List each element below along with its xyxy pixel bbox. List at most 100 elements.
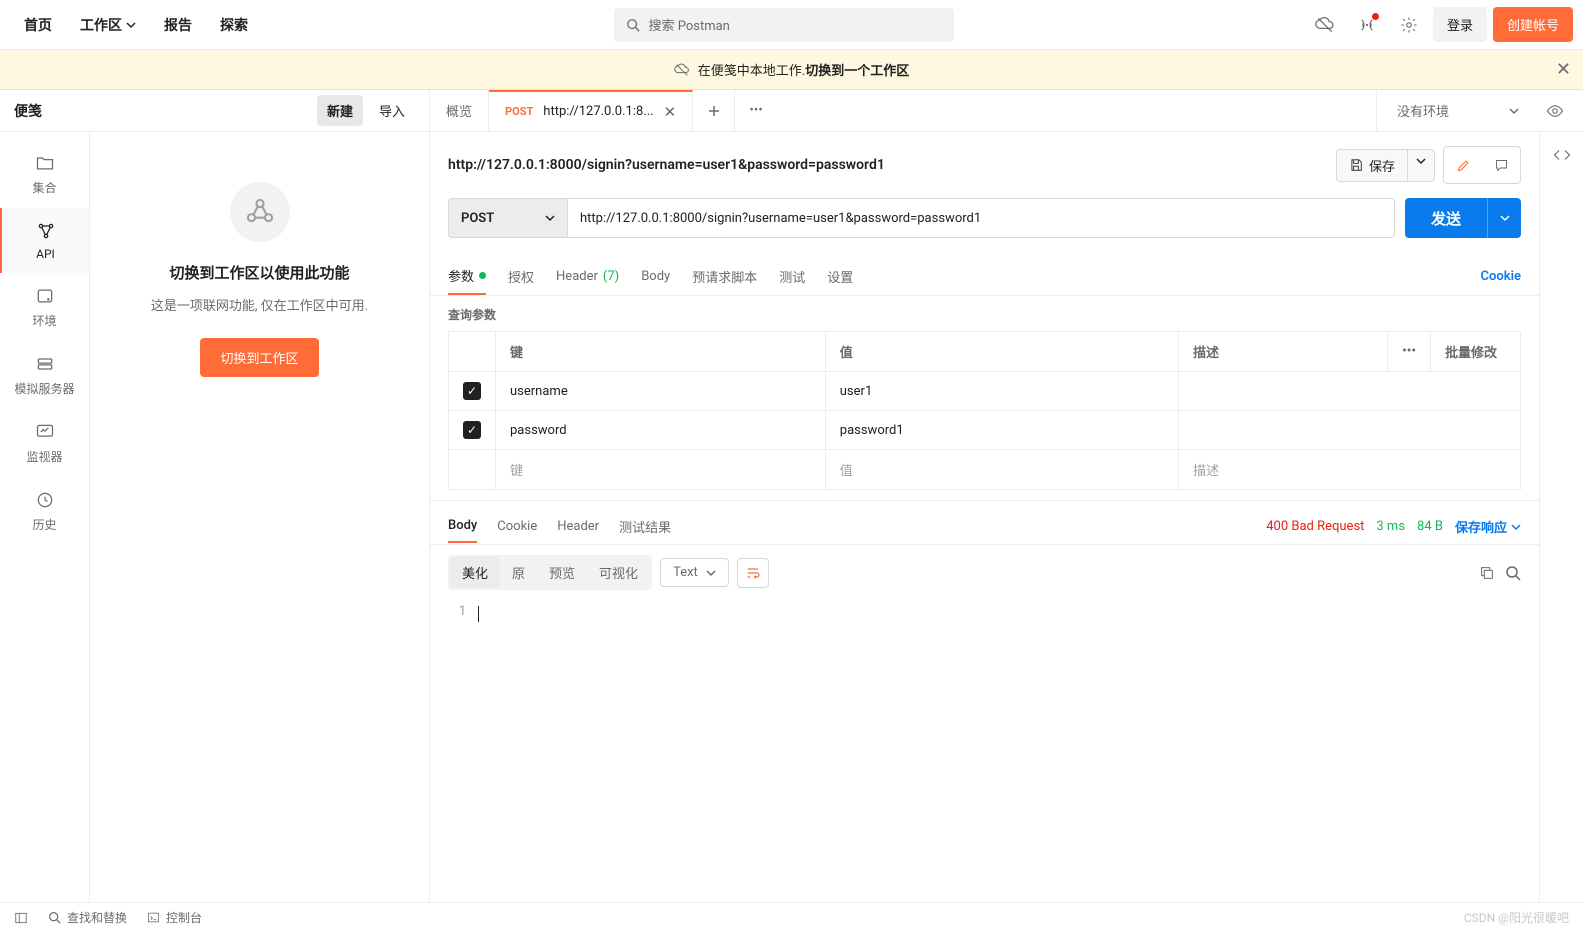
main-row: 便笺 新建 导入 集合 API — [0, 90, 1583, 902]
server-icon — [34, 353, 56, 375]
comment-button[interactable] — [1484, 149, 1518, 181]
param-key[interactable]: password — [496, 411, 826, 450]
statusbar-right: CSDN @阳光很暖吧 — [1464, 909, 1569, 926]
close-icon[interactable]: ✕ — [1556, 59, 1571, 80]
response-size: 84 B — [1417, 519, 1443, 534]
gear-icon[interactable] — [1391, 7, 1427, 43]
login-button[interactable]: 登录 — [1433, 7, 1487, 42]
resp-tab-cookie[interactable]: Cookie — [497, 511, 537, 542]
nav-explore[interactable]: 探索 — [206, 5, 262, 45]
params-label: 查询参数 — [448, 306, 1521, 323]
history-icon — [34, 489, 56, 511]
import-button[interactable]: 导入 — [369, 95, 415, 126]
nav-rail: 集合 API 环境 模拟服务器 — [0, 132, 90, 902]
chevron-down-icon — [1511, 522, 1521, 532]
sidebar-actions: 新建 导入 — [317, 95, 415, 126]
resp-tab-header[interactable]: Header — [557, 511, 599, 542]
format-select[interactable]: Text — [660, 558, 729, 587]
send-more-button[interactable] — [1487, 198, 1521, 238]
search-icon[interactable] — [1505, 565, 1521, 581]
more-tabs-button[interactable]: ••• — [735, 90, 777, 132]
save-more-button[interactable] — [1407, 149, 1435, 182]
nav-history[interactable]: 历史 — [0, 477, 89, 545]
right-column: 概览 POST http://127.0.0.1:8... ✕ ••• 没有环境 — [430, 90, 1583, 902]
create-account-button[interactable]: 创建帐号 — [1493, 7, 1573, 42]
nav-monitor[interactable]: 监视器 — [0, 409, 89, 477]
nav-api[interactable]: API — [0, 208, 89, 273]
resp-tab-tests[interactable]: 测试结果 — [619, 509, 671, 544]
code-panel-toggle[interactable] — [1539, 132, 1583, 902]
edit-button[interactable] — [1446, 149, 1480, 181]
cloud-sync-icon[interactable] — [1307, 7, 1343, 43]
text-cursor-icon — [478, 606, 479, 622]
tab-request[interactable]: POST http://127.0.0.1:8... ✕ — [489, 90, 693, 132]
response-time: 3 ms — [1376, 519, 1405, 534]
nav-workspace[interactable]: 工作区 — [66, 5, 150, 45]
resp-tab-body[interactable]: Body — [448, 510, 477, 543]
env-icon — [34, 285, 56, 307]
subtab-auth[interactable]: 授权 — [508, 259, 534, 294]
view-preview-button[interactable]: 预览 — [537, 557, 587, 588]
method-select[interactable]: POST — [448, 198, 568, 238]
method-label: POST — [461, 211, 494, 226]
url-input[interactable]: http://127.0.0.1:8000/signin?username=us… — [568, 198, 1395, 238]
search-input[interactable]: 搜索 Postman — [614, 8, 954, 42]
send-button[interactable]: 发送 — [1405, 198, 1487, 238]
tab-overview[interactable]: 概览 — [430, 90, 489, 132]
console-button[interactable]: 控制台 — [147, 909, 202, 926]
checkbox[interactable]: ✓ — [463, 421, 481, 439]
param-value-input[interactable]: 值 — [825, 450, 1178, 490]
save-button[interactable]: 保存 — [1336, 149, 1407, 182]
nav-reports[interactable]: 报告 — [150, 5, 206, 45]
banner-text: 在便笺中本地工作. — [698, 60, 805, 79]
copy-icon[interactable] — [1479, 565, 1495, 581]
view-visualize-button[interactable]: 可视化 — [587, 557, 650, 588]
nav-mock[interactable]: 模拟服务器 — [0, 341, 89, 409]
subtab-tests[interactable]: 测试 — [779, 259, 805, 294]
response-meta: 400 Bad Request 3 ms 84 B 保存响应 — [1266, 517, 1521, 536]
nav-env[interactable]: 环境 — [0, 273, 89, 341]
env-label: 没有环境 — [1397, 101, 1449, 120]
response-body[interactable]: 1 — [430, 600, 1539, 902]
sidebar-toggle[interactable] — [14, 911, 28, 925]
search-icon — [626, 18, 640, 32]
view-raw-button[interactable]: 原 — [500, 557, 537, 588]
checkbox[interactable]: ✓ — [463, 382, 481, 400]
new-tab-button[interactable] — [693, 90, 735, 132]
param-desc[interactable] — [1178, 372, 1520, 411]
api-icon — [35, 220, 57, 242]
new-button[interactable]: 新建 — [317, 95, 363, 126]
cookie-link[interactable]: Cookie — [1481, 269, 1521, 284]
subtab-params[interactable]: 参数 — [448, 258, 486, 295]
subtab-body[interactable]: Body — [641, 261, 670, 292]
view-pretty-button[interactable]: 美化 — [450, 557, 500, 588]
subtab-prereq[interactable]: 预请求脚本 — [692, 259, 757, 294]
nav-home[interactable]: 首页 — [10, 5, 66, 45]
param-value[interactable]: user1 — [825, 372, 1178, 411]
bulk-edit-button[interactable]: 批量修改 — [1431, 332, 1521, 372]
statusbar: 查找和替换 控制台 CSDN @阳光很暖吧 — [0, 902, 1583, 932]
param-value[interactable]: password1 — [825, 411, 1178, 450]
response-tabs: Body Cookie Header 测试结果 400 Bad Request … — [430, 501, 1539, 545]
nav-label: 模拟服务器 — [14, 380, 74, 397]
col-more[interactable]: ••• — [1388, 332, 1431, 372]
nav-collections[interactable]: 集合 — [0, 140, 89, 208]
param-desc[interactable] — [1178, 411, 1520, 450]
save-response-button[interactable]: 保存响应 — [1455, 517, 1521, 536]
banner-switch-link[interactable]: 切换到一个工作区 — [805, 60, 909, 79]
chevron-down-icon — [706, 568, 716, 578]
line-number: 1 — [448, 604, 478, 898]
tab-method: POST — [505, 105, 533, 118]
wrap-button[interactable] — [737, 558, 769, 588]
subtab-headers[interactable]: Header (7) — [556, 261, 619, 292]
switch-workspace-button[interactable]: 切换到工作区 — [200, 338, 318, 377]
environment-select[interactable]: 没有环境 — [1376, 90, 1529, 132]
subtab-settings[interactable]: 设置 — [827, 259, 853, 294]
param-desc-input[interactable]: 描述 — [1178, 450, 1520, 490]
find-replace-button[interactable]: 查找和替换 — [48, 909, 127, 926]
param-key-input[interactable]: 键 — [496, 450, 826, 490]
param-key[interactable]: username — [496, 372, 826, 411]
antenna-icon[interactable] — [1349, 7, 1385, 43]
close-icon[interactable]: ✕ — [664, 103, 677, 121]
env-quickview-button[interactable] — [1537, 93, 1573, 129]
